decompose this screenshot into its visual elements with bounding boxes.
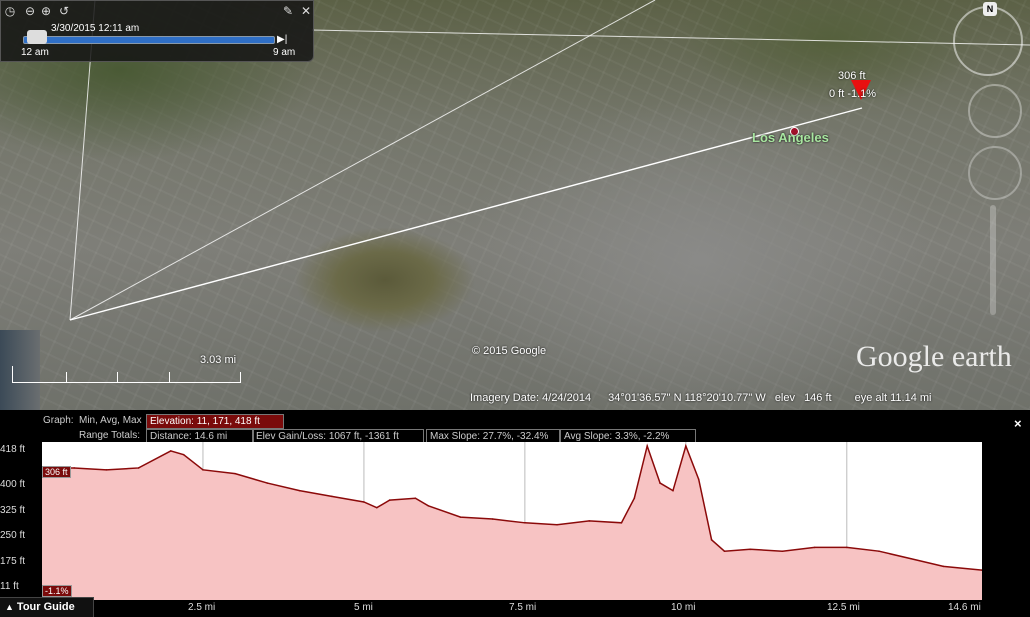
graph-label: Graph: (43, 415, 74, 426)
wrench-icon[interactable]: ✎ (281, 4, 295, 18)
elevation-point (633, 497, 636, 500)
elevation-point (388, 499, 391, 501)
elevation-point (749, 548, 752, 551)
time-slider-end-label: 9 am (273, 47, 296, 58)
y-tick-label: 175 ft (0, 556, 26, 567)
current-elevation-badge: 306 ft (42, 466, 71, 478)
elevation-point (524, 522, 526, 524)
elevation-point (646, 445, 649, 447)
elevation-point (363, 501, 365, 503)
close-graph-button[interactable]: × (1014, 416, 1022, 431)
elevation-point (878, 550, 880, 552)
elevation-point (620, 522, 623, 524)
google-earth-logo: Google earth (856, 340, 1012, 373)
elevation-point (169, 450, 172, 452)
y-tick-label: 418 ft (0, 444, 26, 455)
elevation-point (105, 469, 108, 471)
elevation-point (781, 550, 784, 552)
triangle-up-icon: ▲ (5, 602, 14, 612)
y-tick-label: 250 ft (0, 530, 26, 541)
elevation-point (813, 546, 816, 549)
x-tick-label: 5 mi (354, 602, 373, 613)
status-bar: Imagery Date: 4/24/2014 34°01'36.57" N 1… (470, 392, 1030, 410)
scale-bar (12, 366, 241, 383)
back-icon[interactable]: ↺ (57, 4, 71, 18)
close-icon[interactable]: ✕ (299, 4, 313, 18)
compass-ring[interactable] (953, 6, 1023, 76)
map-view[interactable]: ◷ ⊖ ⊕ ↺ ✎ ✕ 3/30/2015 12:11 am ▶| 12 am … (0, 0, 1030, 410)
clock-icon[interactable]: ◷ (3, 4, 17, 18)
elev-label: elev (774, 392, 795, 404)
current-slope-badge: -1.1% (42, 585, 72, 597)
elevation-profile-panel: Graph: Min, Avg, Max Elevation: 11, 171,… (0, 410, 1030, 617)
elevation-point (685, 445, 687, 447)
y-tick-label: 400 ft (0, 479, 26, 490)
elevation-plot[interactable] (42, 442, 982, 600)
play-icon[interactable]: ▶| (277, 34, 287, 45)
elevation-point (710, 539, 713, 541)
graph-modes[interactable]: Min, Avg, Max (76, 414, 145, 427)
tour-guide-label: Tour Guide (16, 601, 75, 613)
elevation-point (491, 518, 494, 520)
elevation-point (234, 472, 236, 475)
x-tick-label: 12.5 mi (827, 602, 860, 613)
look-control[interactable] (968, 84, 1022, 138)
copyright-text: © 2015 Google (472, 345, 547, 357)
tour-guide-button[interactable]: ▲ Tour Guide (0, 597, 94, 617)
elevation-point (697, 478, 700, 481)
elevation-point (910, 557, 912, 560)
y-tick-label: 11 ft (0, 581, 19, 592)
elevation-point (845, 546, 848, 549)
elevation-point (182, 453, 185, 456)
elevation-point (723, 550, 726, 552)
elev-value: 146 ft (804, 392, 832, 404)
elevation-point (330, 495, 333, 498)
elevation-point (672, 489, 674, 492)
zoom-out-icon[interactable]: ⊖ (23, 4, 37, 18)
time-slider-start-label: 12 am (21, 47, 49, 58)
coordinates: 34°01'36.57" N 118°20'10.77" W (608, 392, 766, 404)
elevation-point (73, 467, 75, 469)
elevation-point (427, 504, 430, 507)
city-label[interactable]: Los Angeles (752, 130, 829, 145)
elevation-stats[interactable]: Elevation: 11, 171, 418 ft (146, 414, 284, 429)
elevation-point (459, 516, 462, 518)
imagery-date: Imagery Date: 4/24/2014 (470, 392, 592, 404)
zoom-slider[interactable] (990, 205, 996, 315)
time-slider-date: 3/30/2015 12:11 am (51, 23, 140, 34)
elevation-point (137, 467, 140, 469)
move-control[interactable] (968, 146, 1022, 200)
graph-header: Graph: Min, Avg, Max Elevation: 11, 171,… (0, 412, 1030, 444)
scale-label: 3.03 mi (200, 354, 237, 366)
elevation-area (42, 446, 982, 600)
elevation-point (298, 489, 301, 492)
eye-altitude: eye alt 11.14 mi (854, 392, 932, 404)
elevation-point (556, 523, 558, 526)
x-tick-label: 14.6 mi (948, 602, 981, 613)
elevation-point (266, 482, 269, 484)
elevation-point (414, 497, 417, 500)
north-icon[interactable]: N (983, 2, 997, 16)
marker-info: 0 ft -1.1% (829, 88, 877, 100)
range-totals-label: Range Totals: (79, 430, 140, 441)
time-slider-panel: ◷ ⊖ ⊕ ↺ ✎ ✕ 3/30/2015 12:11 am ▶| 12 am … (0, 0, 314, 62)
elevation-point (942, 565, 945, 568)
time-slider-thumb[interactable] (27, 30, 47, 44)
x-tick-label: 2.5 mi (188, 602, 216, 613)
zoom-in-icon[interactable]: ⊕ (39, 4, 53, 18)
x-tick-label: 7.5 mi (509, 602, 537, 613)
time-slider-track[interactable] (23, 36, 275, 44)
elevation-chart[interactable] (42, 442, 982, 600)
elevation-point (202, 469, 204, 471)
elevation-point (588, 520, 591, 522)
x-tick-label: 10 mi (671, 602, 696, 613)
elevation-point (375, 506, 378, 509)
elevation-point (659, 482, 661, 484)
y-tick-label: 325 ft (0, 505, 26, 516)
